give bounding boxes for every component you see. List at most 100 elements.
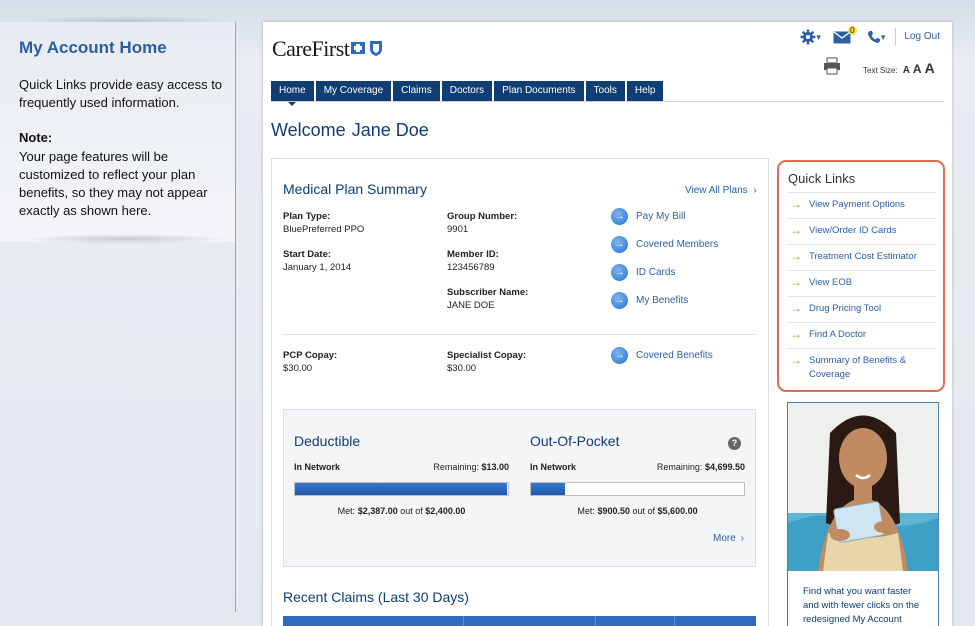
messages[interactable]: 0 xyxy=(833,25,857,44)
page-title: Welcome Jane Doe xyxy=(271,120,429,141)
tab-tools[interactable]: Tools xyxy=(585,81,625,101)
chevron-down-icon: ▾ xyxy=(880,31,886,42)
subscriber-name-value: JANE DOE xyxy=(447,300,495,311)
text-size-label: Text Size: xyxy=(863,66,898,75)
pay-my-bill-link[interactable]: → Pay My Bill xyxy=(611,208,685,225)
panel-shadow xyxy=(20,234,230,244)
covered-members-link[interactable]: → Covered Members xyxy=(611,236,718,253)
quick-link-view-payment-options[interactable]: → View Payment Options xyxy=(790,198,930,212)
quick-link-cost-estimator[interactable]: → Treatment Cost Estimator xyxy=(790,250,930,264)
arrow-right-icon: → xyxy=(790,249,802,263)
print-icon[interactable] xyxy=(823,57,841,75)
more-link[interactable]: More › xyxy=(713,533,744,544)
specialist-copay-value: $30.00 xyxy=(447,363,477,374)
plan-type-label: Plan Type: xyxy=(283,211,331,222)
oop-out-of: out of xyxy=(632,506,656,516)
quick-link-label: View Payment Options xyxy=(809,199,905,210)
section-divider xyxy=(283,334,755,335)
gear-icon xyxy=(800,29,816,45)
id-cards-link[interactable]: → ID Cards xyxy=(611,264,675,281)
arrow-right-icon: → xyxy=(611,208,628,225)
tab-my-coverage[interactable]: My Coverage xyxy=(315,81,392,101)
quick-link-drug-pricing[interactable]: → Drug Pricing Tool xyxy=(790,302,930,316)
quick-link-label: View/Order ID Cards xyxy=(809,225,897,236)
arrow-right-icon: → xyxy=(611,292,628,309)
quick-link-id-cards[interactable]: → View/Order ID Cards xyxy=(790,224,930,238)
view-all-plans-link[interactable]: View All Plans › xyxy=(685,185,757,196)
tab-plan-documents[interactable]: Plan Documents xyxy=(494,81,584,101)
covered-benefits-link[interactable]: → Covered Benefits xyxy=(611,347,713,364)
plan-type-value: BluePreferred PPO xyxy=(283,224,365,235)
quick-link-label: Treatment Cost Estimator xyxy=(809,251,917,262)
info-panel: My Account Home Quick Links provide easy… xyxy=(0,22,235,242)
quick-link-label: Summary of Benefits & Coverage xyxy=(809,355,907,380)
promo-banner[interactable]: Find what you want faster and with fewer… xyxy=(787,402,939,626)
covered-benefits-label: Covered Benefits xyxy=(636,350,713,361)
logout-link[interactable]: Log Out xyxy=(895,28,940,46)
welcome-greeting: Welcome xyxy=(271,120,346,140)
quick-link-label: Find A Doctor xyxy=(809,329,867,340)
arrow-right-icon: → xyxy=(611,236,628,253)
woman-with-tablet-photo xyxy=(788,403,938,571)
oop-remaining-value: $4,699.50 xyxy=(704,462,745,472)
divider xyxy=(787,296,937,297)
oop-network: In Network xyxy=(530,462,577,472)
carefirst-logo[interactable]: CareFirst xyxy=(272,36,350,62)
help-icon[interactable]: ? xyxy=(728,437,741,450)
text-size-medium[interactable]: A xyxy=(913,62,922,76)
deductible-total: $2,400.00 xyxy=(425,506,466,516)
deductible-out-of: out of xyxy=(400,506,423,516)
view-all-plans-label: View All Plans xyxy=(685,185,748,196)
arrow-right-icon: → xyxy=(790,223,802,237)
divider xyxy=(787,348,937,349)
specialist-copay-field: Specialist Copay: $30.00 xyxy=(447,349,526,375)
quick-link-label: View EOB xyxy=(809,277,853,288)
phone-icon xyxy=(867,31,880,43)
chevron-right-icon: › xyxy=(740,533,744,544)
settings-menu[interactable]: ▾ xyxy=(800,29,821,45)
start-date-value: January 1, 2014 xyxy=(283,262,352,273)
promo-text: Find what you want faster and with fewer… xyxy=(803,586,920,625)
divider xyxy=(787,322,937,323)
text-size-small[interactable]: A xyxy=(903,65,910,76)
my-benefits-link[interactable]: → My Benefits xyxy=(611,292,688,309)
plan-type-field: Plan Type: BluePreferred PPO xyxy=(283,210,364,236)
deductible-remaining: Remaining: $13.00 xyxy=(427,462,509,472)
divider xyxy=(787,218,937,219)
tab-doctors[interactable]: Doctors xyxy=(441,81,493,101)
column-header xyxy=(464,616,596,626)
tab-home[interactable]: Home xyxy=(271,81,314,106)
deductible-remaining-label: Remaining: xyxy=(433,462,479,472)
main-nav: Home My Coverage Claims Doctors Plan Doc… xyxy=(271,81,665,106)
oop-met: Met: $900.50 out of $5,600.00 xyxy=(530,506,745,516)
covered-members-label: Covered Members xyxy=(636,239,719,250)
quick-link-summary-of-benefits[interactable]: → Summary of Benefits & Coverage xyxy=(790,354,930,382)
accumulators-panel: Deductible In Network Remaining: $13.00 … xyxy=(283,409,756,567)
quick-link-view-eob[interactable]: → View EOB xyxy=(790,276,930,290)
subscriber-name-field: Subscriber Name: JANE DOE xyxy=(447,286,528,312)
arrow-right-icon: → xyxy=(611,347,628,364)
contact-menu[interactable]: ▾ xyxy=(867,30,886,44)
chevron-right-icon: › xyxy=(753,185,757,196)
pay-my-bill-label: Pay My Bill xyxy=(636,211,686,222)
start-date-label: Start Date: xyxy=(283,249,332,260)
deductible-met-value: $2,387.00 xyxy=(357,506,398,516)
text-size-large[interactable]: A xyxy=(925,60,935,76)
tab-claims[interactable]: Claims xyxy=(393,81,440,101)
tab-help[interactable]: Help xyxy=(626,81,664,101)
oop-remaining: Remaining: $4,699.50 xyxy=(615,462,745,472)
subscriber-name-label: Subscriber Name: xyxy=(447,287,529,298)
utility-bar: ▾ 0 ▾ Log Out xyxy=(788,25,940,46)
group-number-field: Group Number: 9901 xyxy=(447,210,517,236)
group-number-label: Group Number: xyxy=(447,211,518,222)
deductible-progress-bar xyxy=(294,482,509,496)
nav-underline xyxy=(271,101,943,102)
member-id-field: Member ID: 123456789 xyxy=(447,248,499,274)
quick-link-label: Drug Pricing Tool xyxy=(809,303,882,314)
member-name: Jane Doe xyxy=(351,120,429,140)
quick-link-find-doctor[interactable]: → Find A Doctor xyxy=(790,328,930,342)
arrow-right-icon: → xyxy=(790,353,802,367)
account-window: CareFirst ▾ 0 ▾ Log Out Text Size: A A A… xyxy=(263,22,952,626)
start-date-field: Start Date: January 1, 2014 xyxy=(283,248,351,274)
id-cards-label: ID Cards xyxy=(636,267,676,278)
